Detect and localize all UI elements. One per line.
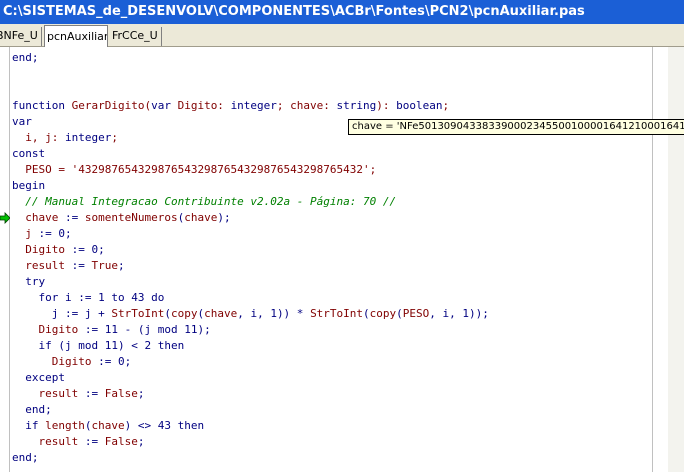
tab-pcnauxiliar[interactable]: pcnAuxiliar (44, 25, 108, 47)
code-line: chave := somenteNumeros(chave); (12, 211, 231, 224)
code-line: for i := 1 to 43 do (12, 291, 165, 304)
code-editor[interactable]: end; function GerarDigito(var Digito: in… (0, 47, 652, 472)
window-title: C:\SISTEMAS_de_DESENVOLV\COMPONENTES\ACB… (0, 0, 684, 24)
code-line: begin (12, 179, 46, 192)
editor-tab-bar: BNFe_U pcnAuxiliar FrCCe_U (0, 24, 684, 47)
code-line: result := True; (12, 259, 125, 272)
code-line: j := j + StrToInt(copy(chave, i, 1)) * S… (12, 307, 489, 320)
right-margin-line (652, 47, 653, 472)
code-line: end; (12, 451, 39, 464)
tab-frcce-u[interactable]: FrCCe_U (110, 27, 162, 46)
code-line: j := 0; (12, 227, 72, 240)
code-line: if length(chave) <> 43 then (12, 419, 205, 432)
code-line: // Manual Integracao Contribuinte v2.02a… (12, 195, 397, 208)
code-line: except (12, 371, 65, 384)
code-line: try (12, 275, 46, 288)
hint-tooltip: chave = 'NFe5013090433833900023455001000… (348, 119, 684, 135)
code-line: if (j mod 11) < 2 then (12, 339, 185, 352)
code-line: var (12, 115, 32, 128)
code-line: function GerarDigito(var Digito: integer… (12, 99, 450, 112)
code-line: i, j: integer; (12, 131, 118, 144)
code-line: Digito := 0; (12, 243, 105, 256)
code-line: Digito := 0; (12, 355, 132, 368)
code-line: const (12, 147, 46, 160)
vertical-scrollbar[interactable] (668, 47, 684, 472)
code-line: end; (12, 403, 52, 416)
green-arrow-icon (0, 212, 10, 224)
code-line: Digito := 11 - (j mod 11); (12, 323, 211, 336)
code-line: PESO = '43298765432987654329876543298765… (12, 163, 377, 176)
code-line: result := False; (12, 387, 145, 400)
tab-bnfe-u[interactable]: BNFe_U (0, 27, 42, 46)
code-line: end; (12, 51, 39, 64)
code-line: result := False; (12, 435, 145, 448)
